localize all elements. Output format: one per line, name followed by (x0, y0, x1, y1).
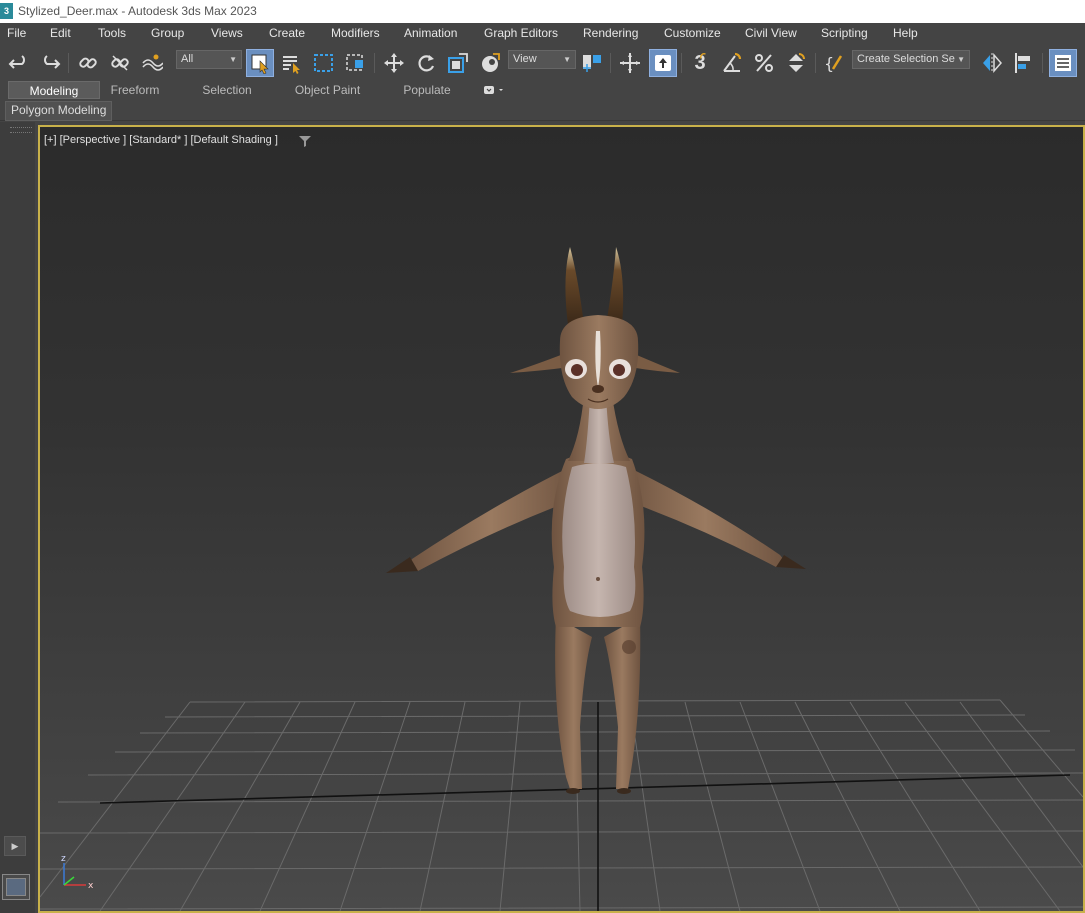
reference-coordinate-dropdown[interactable]: View ▼ (508, 50, 576, 69)
menu-create[interactable]: Create (269, 26, 305, 40)
drag-handle-icon[interactable] (10, 127, 32, 133)
main-toolbar: All ▼ View ▼ 3 { Create Selection Se ▼ (0, 45, 1085, 79)
unlink-icon[interactable] (108, 51, 132, 75)
toolbar-separator (68, 53, 69, 73)
layer-explorer-icon[interactable] (1049, 49, 1077, 77)
undo-icon[interactable] (7, 51, 31, 75)
menu-rendering[interactable]: Rendering (583, 26, 638, 40)
perspective-viewport[interactable]: z x [+] [Perspective ] [Standard* ] [Def… (38, 125, 1085, 913)
snaps-toggle-icon[interactable]: 3 (688, 51, 712, 75)
rotate-icon[interactable] (414, 51, 438, 75)
viewport-scene: z x (40, 247, 1083, 911)
tab-freeform[interactable]: Freeform (104, 81, 166, 99)
percent-snap-icon[interactable] (752, 51, 776, 75)
viewport-layout-strip (0, 122, 35, 913)
menu-group[interactable]: Group (151, 26, 184, 40)
keyboard-shortcut-override-icon[interactable] (649, 49, 677, 77)
mirror-icon[interactable] (980, 51, 1004, 75)
viewport-layout-tab[interactable] (2, 874, 30, 900)
filter-icon[interactable] (299, 135, 311, 147)
edit-named-sets-icon[interactable]: { (822, 51, 846, 75)
menu-animation[interactable]: Animation (404, 26, 457, 40)
ribbon-panel: Polygon Modeling (0, 100, 1085, 121)
select-manipulate-icon[interactable] (618, 51, 642, 75)
toolbar-separator (681, 53, 682, 73)
viewport-layout-thumbnail (6, 878, 26, 896)
ribbon-tabs: Modeling Freeform Selection Object Paint… (0, 79, 1085, 100)
tab-selection[interactable]: Selection (196, 81, 258, 99)
chevron-down-icon: ▼ (563, 55, 571, 64)
bind-spacewarp-icon[interactable] (140, 51, 164, 75)
toolbar-separator (374, 53, 375, 73)
menu-edit[interactable]: Edit (50, 26, 71, 40)
redo-icon[interactable] (38, 51, 62, 75)
select-place-icon[interactable] (478, 51, 502, 75)
select-by-name-icon[interactable] (280, 51, 304, 75)
spinner-snap-icon[interactable] (784, 51, 808, 75)
expand-tab-icon[interactable]: ▶ (4, 836, 26, 856)
menu-views[interactable]: Views (211, 26, 243, 40)
named-selection-set-dropdown[interactable]: Create Selection Se ▼ (852, 50, 970, 69)
deer-model (386, 247, 806, 794)
scale-icon[interactable] (446, 51, 470, 75)
toolbar-separator (610, 53, 611, 73)
select-object-icon[interactable] (246, 49, 274, 77)
viewport-label-menu[interactable]: [+] [Perspective ] [Standard* ] [Default… (44, 134, 278, 146)
menu-bar: File Edit Tools Group Views Create Modif… (0, 23, 1085, 46)
window-crossing-icon[interactable] (344, 51, 368, 75)
pivot-icon[interactable] (580, 51, 604, 75)
toolbar-separator (1042, 53, 1043, 73)
axis-z-label: z (61, 854, 66, 864)
app-logo-icon: 3 (0, 3, 13, 19)
selection-filter-value: All (181, 53, 194, 65)
move-icon[interactable] (382, 51, 406, 75)
ribbon-options-icon[interactable] (480, 81, 508, 99)
window-title: Stylized_Deer.max - Autodesk 3ds Max 202… (18, 4, 257, 18)
align-icon[interactable] (1012, 51, 1036, 75)
toolbar-separator (815, 53, 816, 73)
tab-modeling[interactable]: Modeling (8, 81, 100, 99)
menu-modifiers[interactable]: Modifiers (331, 26, 380, 40)
tab-object-paint[interactable]: Object Paint (290, 81, 365, 99)
menu-help[interactable]: Help (893, 26, 918, 40)
polygon-modeling-button[interactable]: Polygon Modeling (5, 101, 113, 121)
link-icon[interactable] (76, 51, 100, 75)
menu-customize[interactable]: Customize (664, 26, 721, 40)
rectangular-selection-icon[interactable] (312, 51, 336, 75)
chevron-down-icon: ▼ (229, 55, 237, 64)
menu-file[interactable]: File (7, 26, 26, 40)
tab-populate[interactable]: Populate (396, 81, 458, 99)
axis-x-label: x (88, 881, 94, 891)
menu-civil-view[interactable]: Civil View (745, 26, 797, 40)
named-selection-set-value: Create Selection Se (857, 53, 955, 65)
menu-graph-editors[interactable]: Graph Editors (484, 26, 558, 40)
reference-coordinate-value: View (513, 53, 537, 65)
angle-snap-icon[interactable] (720, 51, 744, 75)
window-title-bar: 3 Stylized_Deer.max - Autodesk 3ds Max 2… (0, 0, 1085, 23)
selection-filter-dropdown[interactable]: All ▼ (176, 50, 242, 69)
svg-text:{: { (824, 54, 834, 73)
menu-tools[interactable]: Tools (98, 26, 126, 40)
menu-scripting[interactable]: Scripting (821, 26, 868, 40)
chevron-down-icon: ▼ (957, 55, 965, 64)
axis-gizmo-icon: z x (61, 854, 94, 891)
